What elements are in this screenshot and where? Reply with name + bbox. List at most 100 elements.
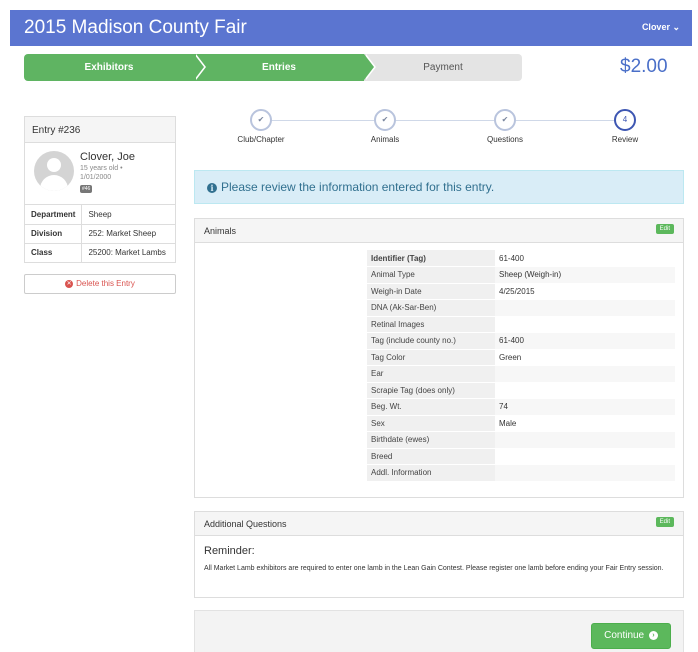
field-label: Weigh-in Date [367,283,495,300]
field-label: DNA (Ak-Sar-Ben) [367,299,495,317]
info-icon: i [207,182,217,193]
tab-payment[interactable]: Payment [364,54,522,81]
step-indicator: ✔ Club/Chapter ✔ Animals ✔ Questions 4 R… [195,108,685,148]
form-footer: Continue › [194,610,684,652]
table-row: DNA (Ak-Sar-Ben) [367,299,675,317]
reminder-heading: Reminder: [204,545,255,557]
tab-exhibitors[interactable]: Exhibitors [24,54,194,81]
exhibitor-info: Clover, Joe 15 years old • 1/01/2000 #46 [25,143,175,205]
table-row: Addl. Information [367,464,675,482]
delete-entry-label: Delete this Entry [76,279,135,288]
check-icon: ✔ [250,109,272,131]
field-label: Breed [367,448,495,465]
field-label: Tag Color [367,349,495,366]
detail-value: 252: Market Sheep [81,224,175,244]
field-label: Identifier (Tag) [367,250,495,267]
delete-entry-button[interactable]: ✕ Delete this Entry [24,274,176,294]
animal-details-table: Identifier (Tag) 61-400 Animal Type Sheep … [367,250,675,482]
exhibitor-age: 15 years old • [80,165,123,172]
table-row: Ear [367,365,675,383]
field-label: Ear [367,365,495,383]
table-row: Division 252: Market Sheep [25,224,175,244]
app-header: 2015 Madison County Fair Clover ⌄ [10,10,692,46]
field-label: Birthdate (ewes) [367,431,495,449]
field-value: Male [495,415,675,432]
field-value: 4/25/2015 [495,283,675,300]
entry-heading: Entry #236 [25,117,175,143]
tab-entries[interactable]: Entries [194,54,364,81]
user-menu[interactable]: Clover ⌄ [642,22,680,33]
field-label: Scrapie Tag (does only) [367,382,495,399]
edit-questions-button[interactable]: Edit [655,517,674,527]
field-label: Beg. Wt. [367,398,495,416]
panel-header: Animals Edit [195,219,683,243]
field-label: Retinal Images [367,316,495,333]
table-row: Sex Male [367,415,675,432]
chevron-divider-icon [194,54,204,80]
table-row: Beg. Wt. 74 [367,398,675,416]
step-label: Club/Chapter [237,135,285,144]
step-label: Questions [486,135,524,144]
field-value [495,382,675,399]
check-icon: ✔ [494,109,516,131]
field-value: 61-400 [495,332,675,350]
table-row: Department Sheep [25,205,175,225]
panel-title: Animals [204,226,237,236]
step-questions[interactable]: ✔ Questions [445,108,565,144]
step-label: Animals [370,135,400,144]
exhibitor-dob: 1/01/2000 [80,174,112,181]
avatar [34,151,74,191]
step-review[interactable]: 4 Review [565,108,685,144]
cart-total: $2.00 [620,56,668,77]
step-label: Review [611,135,639,144]
panel-header: Additional Questions Edit [195,512,683,536]
field-value: Sheep (Weigh-in) [495,266,675,284]
field-value [495,431,675,449]
step-number: 4 [614,109,636,131]
field-value [495,464,675,482]
field-value [495,299,675,317]
table-row: Class 25200: Market Lambs [25,243,175,262]
field-value [495,448,675,465]
field-label: Addl. Information [367,464,495,482]
field-value [495,316,675,333]
close-circle-icon: ✕ [65,279,74,288]
wizard-progress: Exhibitors Entries Payment [24,54,522,81]
field-label: Sex [367,415,495,432]
detail-value: Sheep [81,205,175,225]
table-row: Tag Color Green [367,349,675,366]
page-title: 2015 Madison County Fair [24,17,247,38]
panel-title: Additional Questions [204,519,287,529]
detail-label: Department [25,205,83,225]
step-club-chapter[interactable]: ✔ Club/Chapter [201,108,321,144]
detail-value: 25200: Market Lambs [88,248,166,258]
step-animals[interactable]: ✔ Animals [325,108,445,144]
table-row: Animal Type Sheep (Weigh-in) [367,266,675,284]
entry-summary-card: Entry #236 Clover, Joe 15 years old • 1/… [24,116,176,263]
animals-panel: Animals Edit Identifier (Tag) 61-400 Anim… [194,218,684,498]
entry-details-table: Department Sheep Division 252: Market Sh… [25,205,175,262]
review-alert: i Please review the information entered f… [194,170,684,204]
edit-animals-button[interactable]: Edit [655,224,674,234]
table-row: Birthdate (ewes) [367,431,675,449]
table-row: Tag (include county no.) 61-400 [367,332,675,350]
exhibitor-badge: #46 [80,185,93,193]
field-label: Animal Type [367,266,495,284]
field-value: 74 [495,398,675,416]
table-row: Retinal Images [367,316,675,333]
reminder-text: All Market Lamb exhibitors are required … [204,565,664,572]
field-label: Tag (include county no.) [367,332,495,350]
table-row: Breed [367,448,675,465]
table-row: Identifier (Tag) 61-400 [367,250,675,267]
field-value: 61-400 [495,250,675,267]
alert-text: Please review the information entered fo… [221,180,495,194]
field-value [495,365,675,383]
arrow-right-icon: › [648,630,658,640]
additional-questions-panel: Additional Questions Edit Reminder: All … [194,511,684,598]
table-row: Scrapie Tag (does only) [367,382,675,399]
table-row: Weigh-in Date 4/25/2015 [367,283,675,300]
chevron-divider-icon [364,54,374,80]
continue-button[interactable]: Continue › [591,623,671,649]
detail-label: Class [25,243,83,262]
check-icon: ✔ [374,109,396,131]
